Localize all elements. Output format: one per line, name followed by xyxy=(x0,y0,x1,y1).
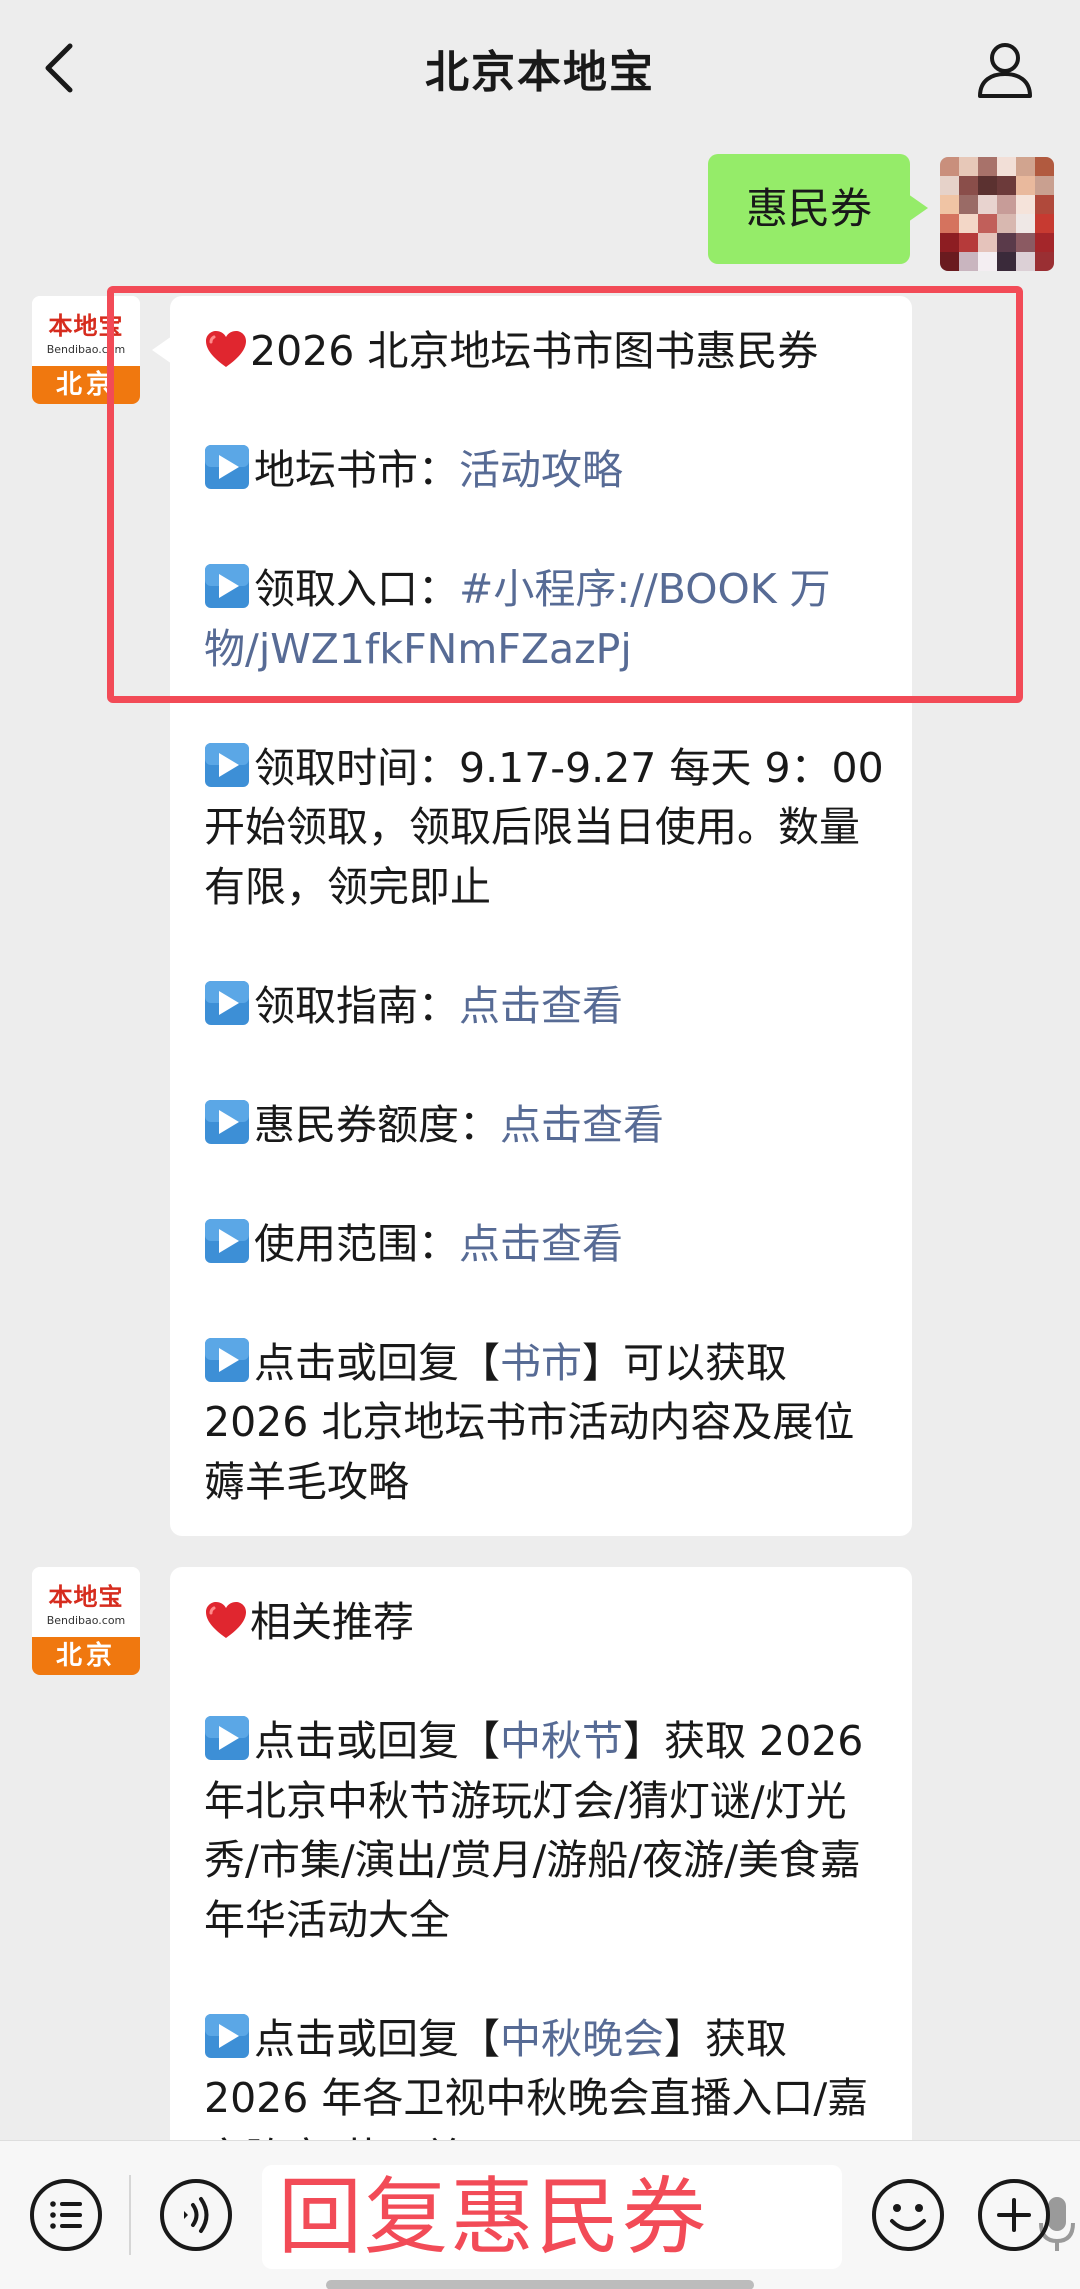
chat-input-bar: 回复惠民券 xyxy=(0,2140,1080,2289)
user-icon[interactable] xyxy=(974,38,1036,100)
usage-scope-link[interactable]: 点击查看 xyxy=(459,1220,623,1268)
book-fair-keyword-link[interactable]: 书市 xyxy=(500,1339,582,1387)
bot-avatar[interactable]: 本地宝 Bendibao.com 北京 xyxy=(32,1567,140,1675)
play-icon xyxy=(204,1715,250,1761)
claim-guide-link[interactable]: 点击查看 xyxy=(459,982,623,1030)
list-item: 领取指南：点击查看 xyxy=(204,977,884,1037)
outgoing-message-bubble[interactable]: 惠民券 xyxy=(708,154,928,264)
list-item: 点击或回复【中秋节】获取 2026 年北京中秋节游玩灯会/猜灯谜/灯光秀/市集/… xyxy=(204,1715,864,1944)
chat-title: 北京本地宝 xyxy=(425,47,655,98)
plus-icon[interactable] xyxy=(976,2177,1052,2253)
coupon-amount-link[interactable]: 点击查看 xyxy=(500,1101,664,1149)
play-icon xyxy=(204,1218,250,1264)
list-item: 领取时间：9.17-9.27 每天 9：00 开始领取，领取后限当日使用。数量有… xyxy=(204,742,884,911)
heart-icon xyxy=(204,1600,248,1640)
play-icon xyxy=(204,1099,250,1145)
list-menu-icon[interactable] xyxy=(28,2177,104,2253)
voice-icon[interactable] xyxy=(158,2177,234,2253)
play-icon xyxy=(204,742,250,788)
play-icon xyxy=(204,2013,250,2059)
self-avatar[interactable] xyxy=(940,157,1054,271)
divider xyxy=(129,2175,131,2255)
message-input[interactable]: 回复惠民券 xyxy=(262,2165,1075,2269)
home-indicator[interactable] xyxy=(326,2280,754,2289)
message-title: 相关推荐 xyxy=(204,1593,884,1653)
play-icon xyxy=(204,1337,250,1383)
list-item: 使用范围：点击查看 xyxy=(204,1215,884,1275)
list-item: 惠民券额度：点击查看 xyxy=(204,1096,884,1156)
mid-autumn-keyword-link[interactable]: 中秋节 xyxy=(500,1717,623,1765)
top-nav-bar: 北京本地宝 xyxy=(0,0,1080,134)
play-icon xyxy=(204,980,250,1026)
mid-autumn-gala-keyword-link[interactable]: 中秋晚会 xyxy=(500,2015,664,2063)
bot-avatar-logo: 本地宝 Bendibao.com xyxy=(32,1567,140,1637)
highlight-frame xyxy=(107,286,1023,703)
emoji-icon[interactable] xyxy=(870,2177,946,2253)
list-item: 点击或回复【书市】可以获取 2026 北京地坛书市活动内容及展位薅羊毛攻略 xyxy=(204,1337,855,1506)
message-input-value: 回复惠民券 xyxy=(278,2168,709,2266)
